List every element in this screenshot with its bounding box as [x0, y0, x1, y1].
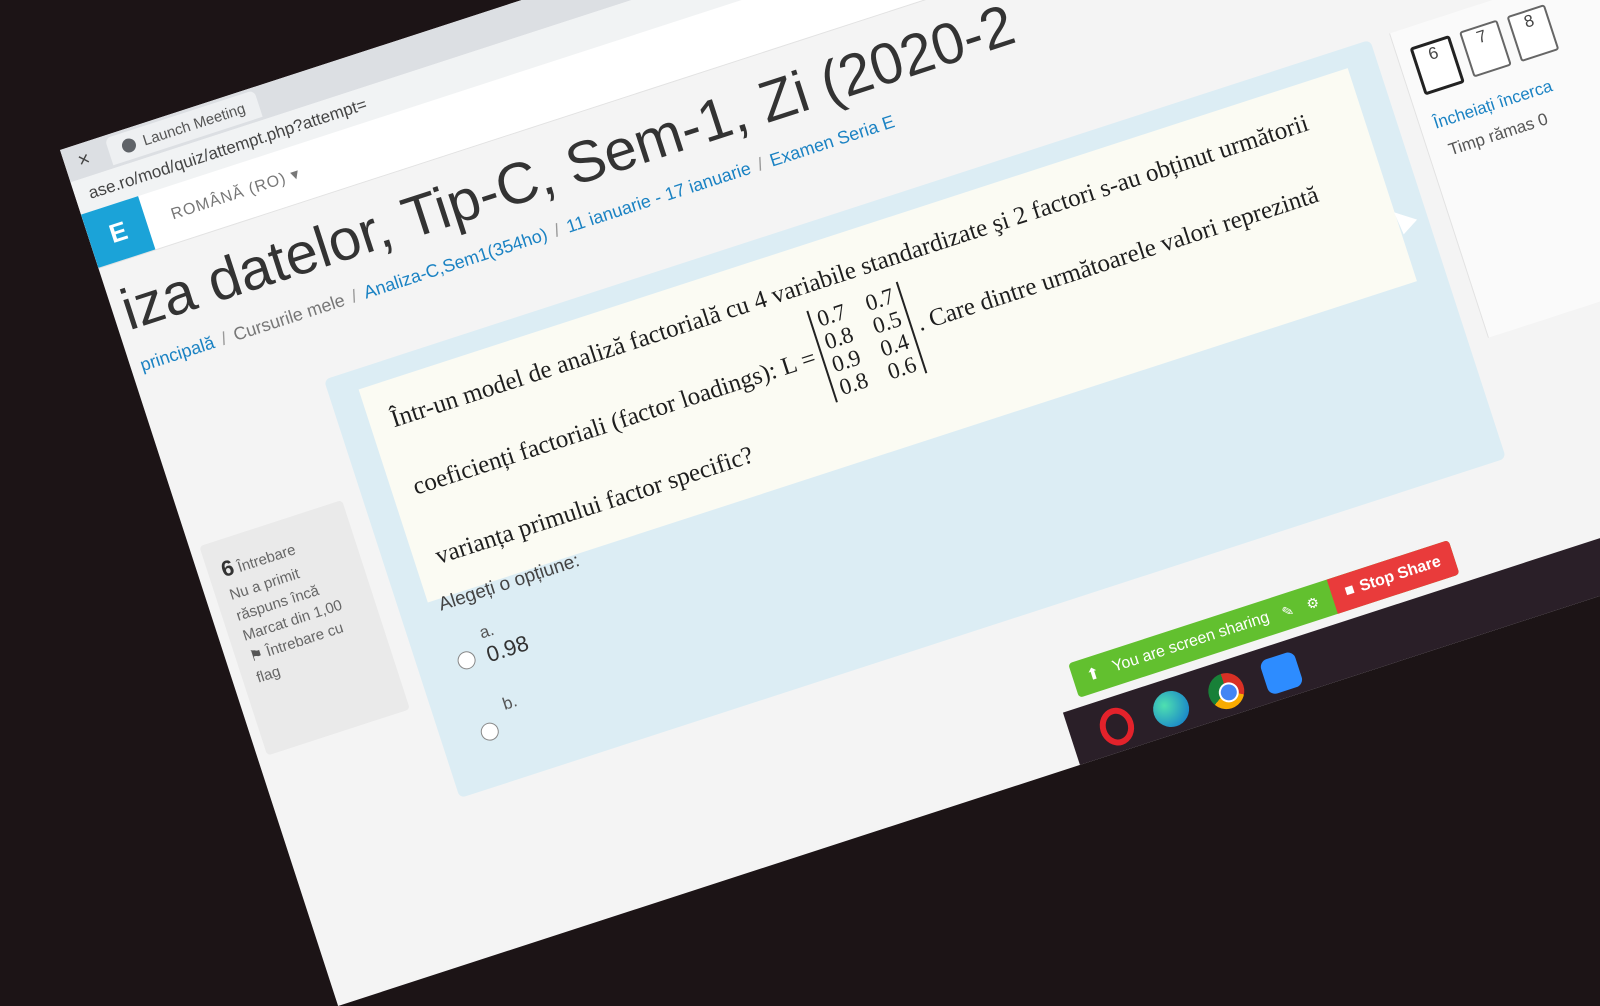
- tab-close-icon[interactable]: ×: [75, 145, 99, 172]
- flag-icon: ⚑: [247, 645, 266, 666]
- option-letter: b.: [500, 691, 520, 714]
- settings-icon[interactable]: ⚙: [1304, 593, 1321, 613]
- chevron-down-icon: ▾: [288, 165, 303, 185]
- edge-icon[interactable]: [1148, 686, 1194, 732]
- nav-question-6[interactable]: 6: [1409, 35, 1465, 96]
- answer-option-b[interactable]: b.: [472, 691, 526, 744]
- opera-icon[interactable]: [1094, 703, 1139, 750]
- breadcrumb-separator: /: [754, 154, 766, 175]
- laptop-screen: × Launch Meeting ase.ro/mod/quiz/attempt…: [60, 0, 1600, 1006]
- mute-icon[interactable]: ✎: [1280, 601, 1296, 621]
- chrome-icon[interactable]: [1203, 668, 1249, 714]
- breadcrumb-home[interactable]: principală: [137, 332, 216, 375]
- breadcrumb-separator: /: [551, 220, 563, 241]
- answer-option-a[interactable]: a. 0.98: [448, 611, 532, 677]
- nav-question-7[interactable]: 7: [1458, 19, 1512, 78]
- radio-button[interactable]: [478, 720, 502, 744]
- breadcrumb-separator: /: [218, 328, 230, 349]
- breadcrumb-separator: /: [348, 285, 360, 307]
- share-arrow-icon[interactable]: ⬆: [1084, 663, 1103, 686]
- stop-icon: ■: [1342, 580, 1357, 601]
- radio-button[interactable]: [455, 648, 478, 672]
- globe-icon: [120, 136, 138, 155]
- stop-share-label: Stop Share: [1357, 552, 1444, 596]
- zoom-icon[interactable]: [1258, 650, 1305, 696]
- nav-question-8[interactable]: 8: [1506, 4, 1560, 63]
- loadings-matrix: 0.7 0.7 0.8 0.5 0.9 0.4 0.8 0.6: [806, 281, 928, 403]
